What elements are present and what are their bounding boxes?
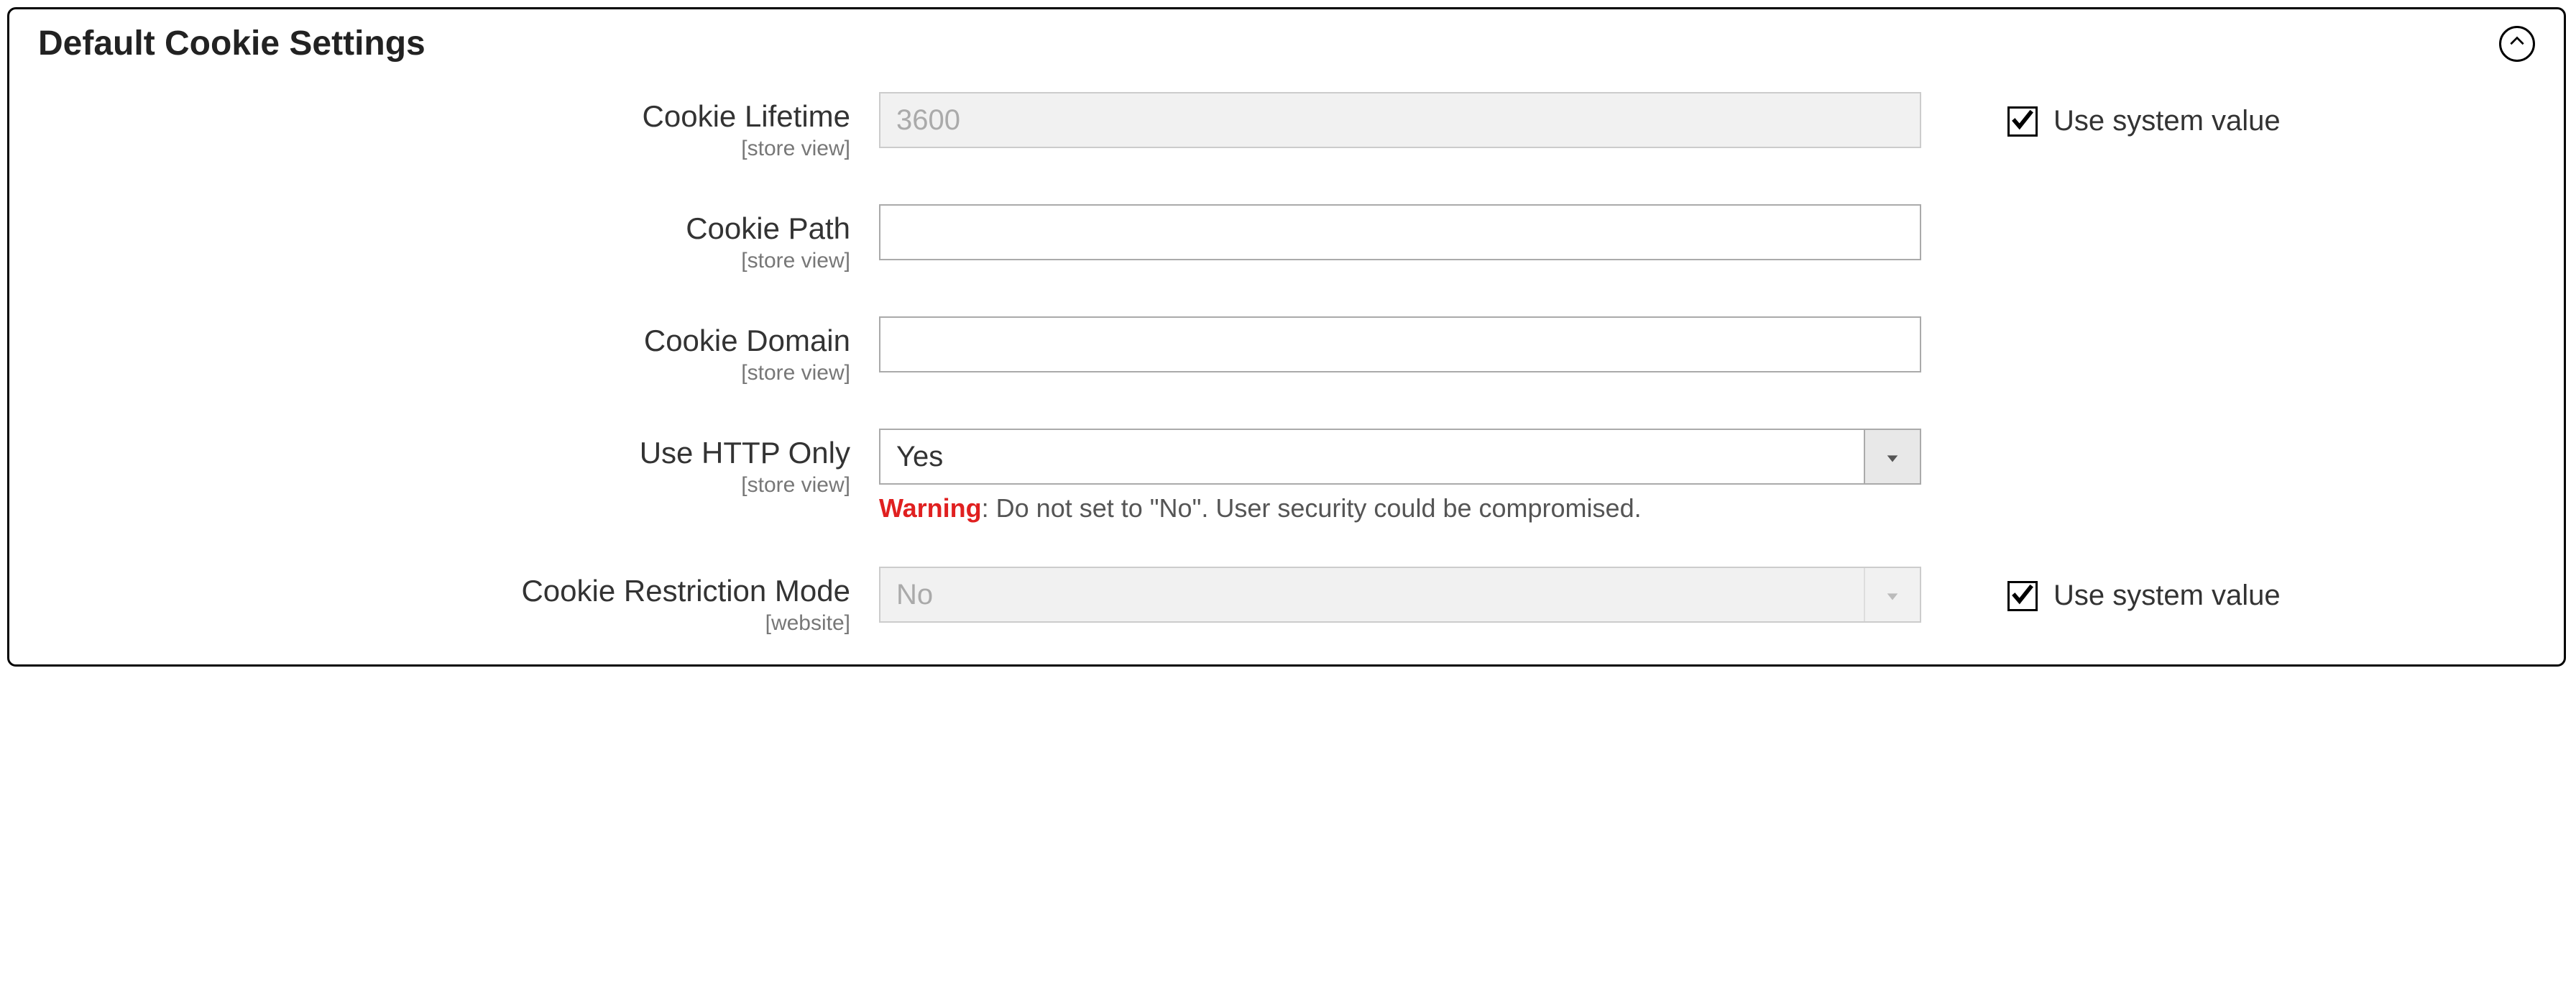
- row-cookie-path: Cookie Path [store view]: [38, 204, 2564, 273]
- scope-label: [store view]: [38, 137, 850, 161]
- label-col: Use HTTP Only [store view]: [38, 429, 879, 498]
- use-system-checkbox-lifetime[interactable]: [2007, 106, 2038, 137]
- row-cookie-domain: Cookie Domain [store view]: [38, 316, 2564, 385]
- caret-down-icon: [1885, 441, 1900, 473]
- input-col: 3600: [879, 92, 1921, 148]
- input-col: [879, 204, 1921, 260]
- label-col: Cookie Path [store view]: [38, 204, 879, 273]
- use-system-checkbox-restriction[interactable]: [2007, 581, 2038, 611]
- cookie-path-input[interactable]: [879, 204, 1921, 260]
- input-col: [879, 316, 1921, 372]
- cookie-lifetime-input: 3600: [879, 92, 1921, 148]
- warning-prefix: Warning: [879, 493, 982, 523]
- cookie-domain-label: Cookie Domain: [38, 324, 850, 358]
- input-col: No: [879, 567, 1921, 623]
- select-value: No: [896, 579, 1864, 611]
- collapse-button[interactable]: [2499, 26, 2535, 62]
- label-col: Cookie Lifetime [store view]: [38, 92, 879, 161]
- scope-label: [store view]: [38, 249, 850, 273]
- checkbox-col: Use system value: [1921, 567, 2281, 612]
- row-cookie-restriction-mode: Cookie Restriction Mode [website] No: [38, 567, 2564, 636]
- checkbox-col: Use system value: [1921, 92, 2281, 137]
- use-system-label: Use system value: [2053, 580, 2281, 612]
- caret-down-icon: [1885, 579, 1900, 611]
- cookie-domain-input[interactable]: [879, 316, 1921, 372]
- scope-label: [store view]: [38, 361, 850, 385]
- select-value: Yes: [896, 441, 1864, 473]
- use-system-label: Use system value: [2053, 105, 2281, 137]
- panel-title: Default Cookie Settings: [38, 24, 426, 63]
- cookie-restriction-select: No: [879, 567, 1921, 623]
- row-use-http-only: Use HTTP Only [store view] Yes Warning: …: [38, 429, 2564, 523]
- cookie-settings-panel: Default Cookie Settings Cookie Lifetime …: [7, 7, 2566, 667]
- label-col: Cookie Domain [store view]: [38, 316, 879, 385]
- input-col: Yes Warning: Do not set to "No". User se…: [879, 429, 1921, 523]
- select-arrow: [1864, 568, 1920, 621]
- cookie-lifetime-label: Cookie Lifetime: [38, 99, 850, 134]
- use-http-only-label: Use HTTP Only: [38, 436, 850, 470]
- form-rows: Cookie Lifetime [store view] 3600 Use sy…: [9, 92, 2564, 636]
- use-http-only-select[interactable]: Yes: [879, 429, 1921, 485]
- chevron-up-icon: [2508, 32, 2526, 55]
- cookie-restriction-label: Cookie Restriction Mode: [38, 574, 850, 608]
- scope-label: [website]: [38, 611, 850, 636]
- checkmark-icon: [2010, 582, 2035, 610]
- label-col: Cookie Restriction Mode [website]: [38, 567, 879, 636]
- panel-header: Default Cookie Settings: [9, 9, 2564, 92]
- scope-label: [store view]: [38, 473, 850, 498]
- select-arrow: [1864, 430, 1920, 483]
- warning-text: : Do not set to "No". User security coul…: [982, 493, 1642, 523]
- checkmark-icon: [2010, 107, 2035, 135]
- cookie-path-label: Cookie Path: [38, 211, 850, 246]
- row-cookie-lifetime: Cookie Lifetime [store view] 3600 Use sy…: [38, 92, 2564, 161]
- http-only-warning: Warning: Do not set to "No". User securi…: [879, 493, 1921, 523]
